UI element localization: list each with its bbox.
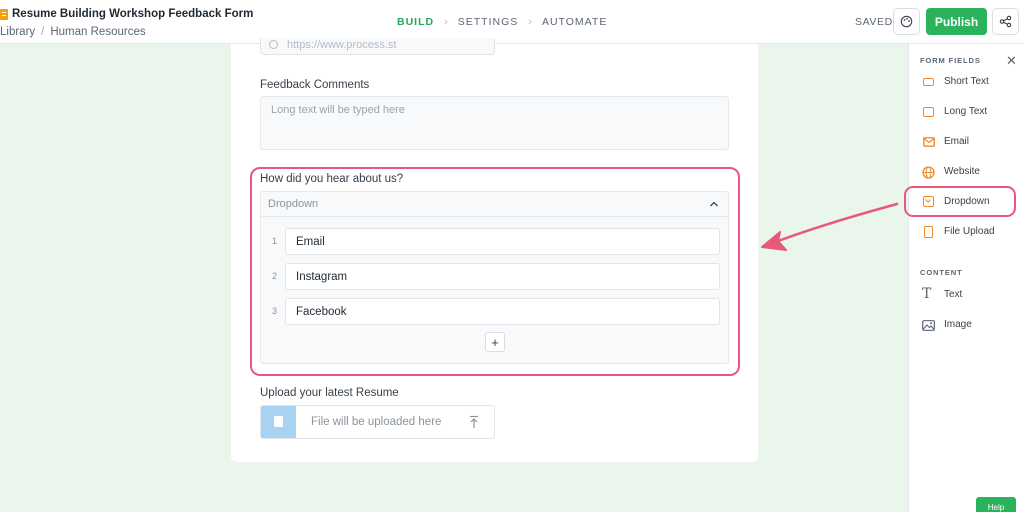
field-label: Long Text <box>944 106 988 117</box>
breadcrumb-human-resources[interactable]: Human Resources <box>50 26 145 38</box>
breadcrumb-separator: / <box>41 26 45 38</box>
theme-button[interactable] <box>893 8 920 35</box>
document-icon <box>0 9 8 20</box>
text-icon: T <box>922 286 932 302</box>
help-button[interactable]: Help <box>976 497 1016 512</box>
long-text-icon <box>923 107 934 117</box>
chevron-right-icon: › <box>528 16 532 28</box>
feedback-label: Feedback Comments <box>260 79 370 91</box>
website-field[interactable]: https://www.process.st <box>260 38 495 55</box>
top-bar: Resume Building Workshop Feedback Form L… <box>0 0 1024 44</box>
form-fields-title: FORM FIELDS <box>920 56 981 65</box>
workflow-steps: BUILD › SETTINGS › AUTOMATE <box>397 16 607 28</box>
website-placeholder: https://www.process.st <box>287 39 397 51</box>
file-upload-icon <box>924 226 933 238</box>
field-label: Email <box>944 136 970 147</box>
dropdown-annotation-highlight <box>250 167 740 376</box>
field-label: Short Text <box>944 76 989 87</box>
upload-placeholder: File will be uploaded here <box>311 416 442 428</box>
breadcrumb: Library / Human Resources <box>0 26 146 38</box>
file-upload-field[interactable]: File will be uploaded here <box>260 405 495 439</box>
upload-label: Upload your latest Resume <box>260 387 399 399</box>
field-label: Website <box>944 166 980 177</box>
field-long-text[interactable]: Long Text <box>920 104 1020 122</box>
field-short-text[interactable]: Short Text <box>920 74 1020 92</box>
content-label: Text <box>944 289 963 300</box>
saved-status: SAVED <box>855 16 893 28</box>
field-file-upload[interactable]: File Upload <box>920 224 1020 242</box>
dropdown-item-annotation-highlight <box>904 186 1016 217</box>
close-icon[interactable]: ✕ <box>1006 53 1017 69</box>
share-icon <box>999 15 1012 28</box>
feedback-textarea[interactable]: Long text will be typed here <box>260 96 729 150</box>
step-build[interactable]: BUILD <box>397 16 434 28</box>
share-button[interactable] <box>992 8 1019 35</box>
step-settings[interactable]: SETTINGS <box>458 16 519 28</box>
field-label: File Upload <box>944 226 995 237</box>
upload-arrow-icon[interactable] <box>468 415 480 429</box>
breadcrumb-library[interactable]: Library <box>0 26 35 38</box>
field-website[interactable]: Website <box>920 164 1020 182</box>
globe-icon <box>922 166 935 179</box>
upload-badge <box>261 406 296 438</box>
image-icon <box>922 320 935 331</box>
step-automate[interactable]: AUTOMATE <box>542 16 607 28</box>
file-icon <box>274 416 283 427</box>
content-image[interactable]: Image <box>920 317 1020 335</box>
palette-icon <box>900 15 913 28</box>
short-text-icon <box>923 78 934 86</box>
email-icon <box>923 137 935 147</box>
content-text[interactable]: T Text <box>920 286 1020 305</box>
globe-icon <box>269 40 278 49</box>
field-email[interactable]: Email <box>920 134 1020 152</box>
content-label: Image <box>944 319 972 330</box>
publish-button[interactable]: Publish <box>926 8 987 35</box>
content-title: CONTENT <box>920 268 963 277</box>
fields-panel: FORM FIELDS ✕ Short Text Long Text Email… <box>908 44 1024 512</box>
chevron-right-icon: › <box>444 16 448 28</box>
document-title[interactable]: Resume Building Workshop Feedback Form <box>12 8 253 20</box>
